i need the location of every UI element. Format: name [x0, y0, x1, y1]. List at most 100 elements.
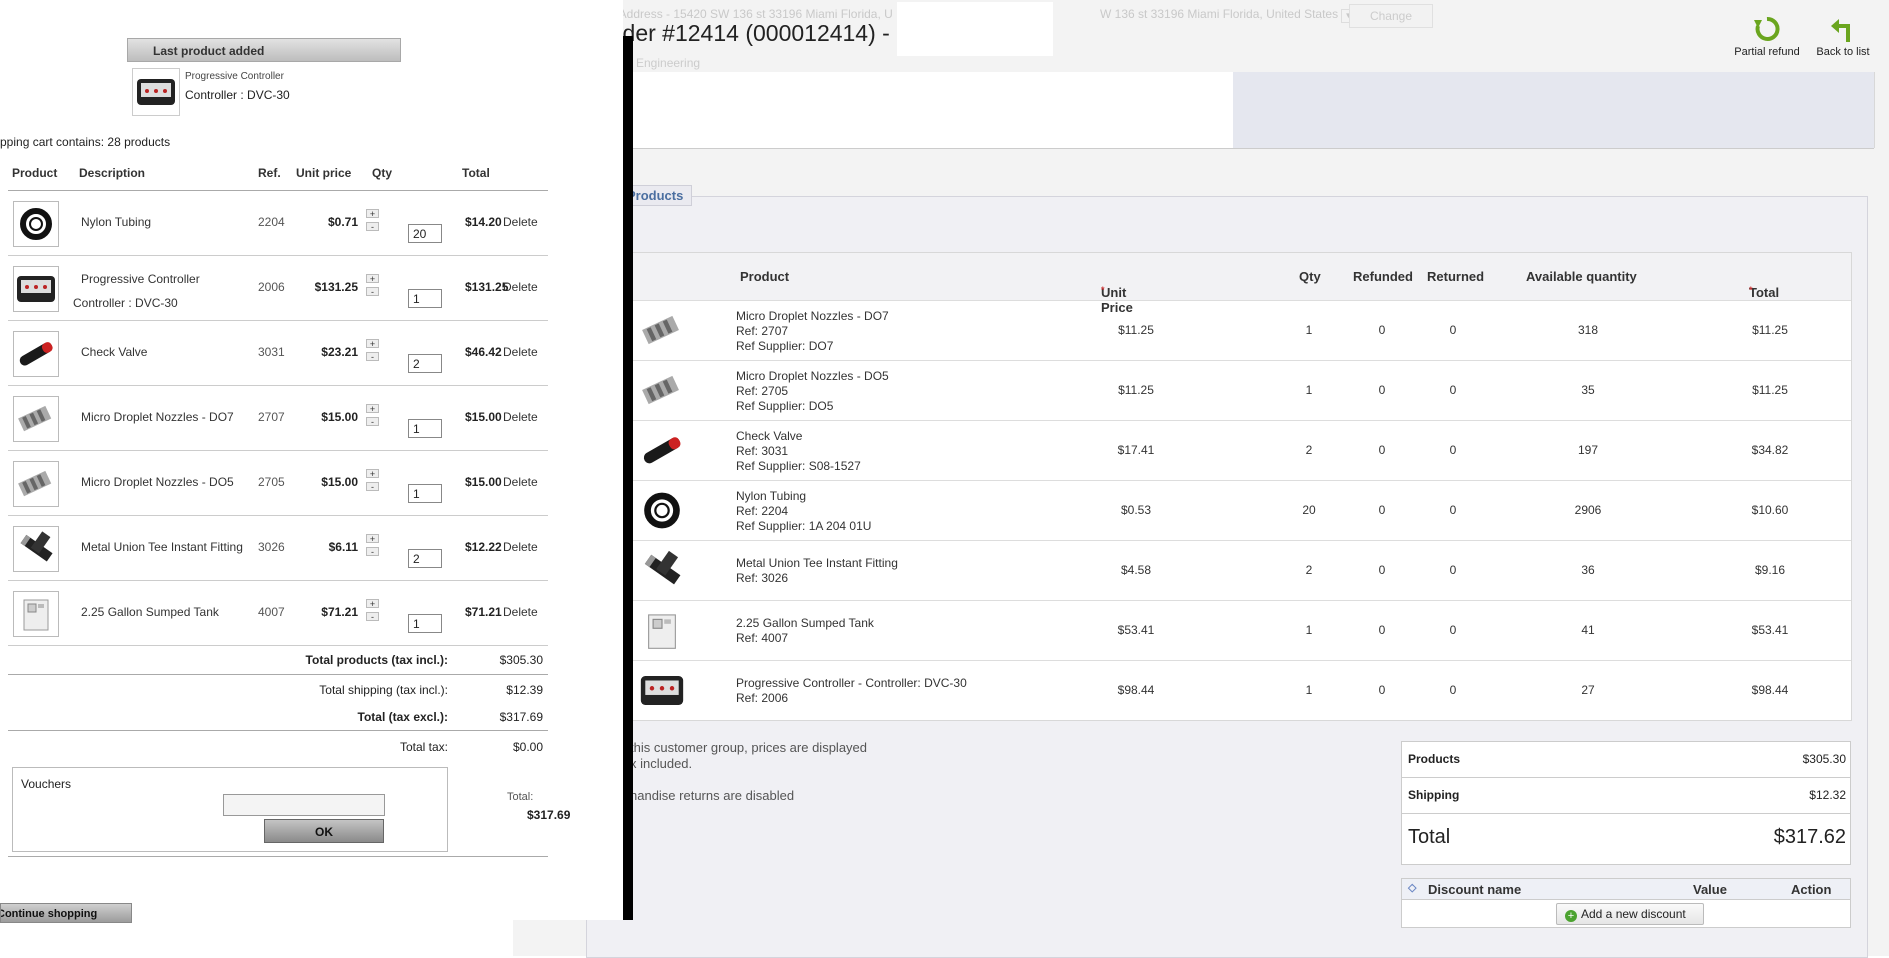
- col-refunded: Refunded: [1353, 269, 1413, 284]
- product-name[interactable]: Progressive Controller - Controller: DVC…: [736, 676, 967, 691]
- order-products-table: Product Unit Price * Qty Refunded Return…: [626, 252, 1852, 721]
- qty-increase-button[interactable]: +: [366, 599, 379, 609]
- nozzle-icon[interactable]: [13, 396, 59, 442]
- product-info: Micro Droplet Nozzles - DO7 Ref: 2707 Ref …: [736, 309, 889, 354]
- tubing-icon[interactable]: [13, 201, 59, 247]
- cart-item-description[interactable]: 2.25 Gallon Sumped Tank: [81, 605, 219, 619]
- delete-link[interactable]: Delete: [503, 410, 538, 424]
- qty-increase-button[interactable]: +: [366, 209, 379, 219]
- cart-item-ref: 4007: [258, 605, 285, 619]
- products-label: Products: [1408, 752, 1461, 766]
- voucher-code-input[interactable]: [223, 794, 385, 816]
- tee-fitting-icon[interactable]: [13, 526, 59, 572]
- table-row: Micro Droplet Nozzles - DO5 Ref: 2705 Ref …: [627, 361, 1851, 421]
- delete-link[interactable]: Delete: [503, 605, 538, 619]
- delete-link[interactable]: Delete: [503, 345, 538, 359]
- product-ref: Ref: 3031: [736, 444, 789, 458]
- last-product-thumb[interactable]: [132, 68, 180, 116]
- qty-input[interactable]: 2: [408, 549, 442, 568]
- product-ref: Ref: 4007: [736, 631, 789, 645]
- cart-row: Metal Union Tee Instant Fitting 3026 $6.11…: [8, 516, 548, 581]
- row-unit-price: $4.58: [1120, 563, 1152, 577]
- product-name[interactable]: Micro Droplet Nozzles - DO7: [736, 309, 889, 324]
- check-valve-icon: [634, 426, 690, 475]
- col-qty: Qty: [1299, 269, 1321, 284]
- totals-shipping-row: Shipping $12.32: [1402, 778, 1850, 814]
- product-name[interactable]: Metal Union Tee Instant Fitting: [736, 556, 898, 571]
- product-info: Metal Union Tee Instant Fitting Ref: 3026: [736, 556, 898, 586]
- col-product: Product: [740, 269, 790, 284]
- sum-excl-value: $317.69: [499, 710, 543, 724]
- partial-refund-button[interactable]: Partial refund: [1727, 14, 1807, 58]
- discount-name-col: Discount name: [1428, 882, 1522, 897]
- cart-col-ref: Ref.: [258, 166, 281, 180]
- qty-input[interactable]: 1: [408, 419, 442, 438]
- qty-increase-button[interactable]: +: [366, 339, 379, 349]
- cart-item-description[interactable]: Progressive Controller: [81, 272, 200, 286]
- qty-decrease-button[interactable]: -: [366, 417, 379, 427]
- qty-input[interactable]: 2: [408, 354, 442, 373]
- product-name[interactable]: Check Valve: [736, 429, 861, 444]
- product-name[interactable]: 2.25 Gallon Sumped Tank: [736, 616, 874, 631]
- tank-icon[interactable]: [13, 591, 59, 637]
- qty-increase-button[interactable]: +: [366, 534, 379, 544]
- voucher-ok-button[interactable]: OK: [264, 819, 384, 843]
- controller-icon[interactable]: [13, 266, 59, 312]
- add-icon: +: [1565, 910, 1577, 922]
- qty-decrease-button[interactable]: -: [366, 352, 379, 362]
- delete-link[interactable]: Delete: [503, 475, 538, 489]
- nozzle-icon: [634, 366, 690, 415]
- totals-total-row: Total $317.62: [1402, 814, 1850, 864]
- divider: [591, 148, 1874, 149]
- check-valve-icon[interactable]: [13, 331, 59, 377]
- cart-item-attribute: Controller : DVC-30: [73, 296, 178, 310]
- qty-decrease-button[interactable]: -: [366, 612, 379, 622]
- qty-decrease-button[interactable]: -: [366, 547, 379, 557]
- nozzle-icon[interactable]: [13, 461, 59, 507]
- qty-increase-button[interactable]: +: [366, 469, 379, 479]
- back-to-list-button[interactable]: Back to list: [1803, 14, 1883, 58]
- qty-increase-button[interactable]: +: [366, 404, 379, 414]
- totals-products-row: Products $305.30: [1402, 742, 1850, 778]
- qty-input[interactable]: 1: [408, 614, 442, 633]
- product-info: Nylon Tubing Ref: 2204 Ref Supplier: 1A 20…: [736, 489, 871, 534]
- qty-increase-button[interactable]: +: [366, 274, 379, 284]
- cart-item-unit-price: $71.21: [321, 605, 358, 619]
- partial-refund-label: Partial refund: [1734, 46, 1800, 58]
- cart-item-description[interactable]: Nylon Tubing: [81, 215, 151, 229]
- qty-decrease-button[interactable]: -: [366, 287, 379, 297]
- cart-item-description[interactable]: Micro Droplet Nozzles - DO5: [81, 475, 234, 489]
- cart-item-description[interactable]: Micro Droplet Nozzles - DO7: [81, 410, 234, 424]
- cart-item-ref: 2006: [258, 280, 285, 294]
- qty-input[interactable]: 1: [408, 484, 442, 503]
- delivery-address-select[interactable]: W 136 st 33196 Miami Florida, United Sta…: [1100, 7, 1356, 23]
- product-name[interactable]: Nylon Tubing: [736, 489, 871, 504]
- row-qty: 1: [1305, 623, 1313, 637]
- cart-item-description[interactable]: Metal Union Tee Instant Fitting: [81, 540, 243, 554]
- grand-total-value: $317.69: [527, 808, 571, 822]
- qty-decrease-button[interactable]: -: [366, 482, 379, 492]
- row-available: 35: [1581, 383, 1595, 397]
- cart-item-total: $15.00: [465, 410, 502, 424]
- cart-item-unit-price: $131.25: [314, 280, 358, 294]
- continue-shopping-button[interactable]: Continue shopping: [0, 903, 132, 923]
- tag-icon: ◇: [1408, 882, 1417, 894]
- cart-col-product: Product: [12, 166, 58, 180]
- row-total: $98.44: [1751, 683, 1789, 697]
- table-row: Micro Droplet Nozzles - DO7 Ref: 2707 Ref …: [627, 301, 1851, 361]
- delete-link[interactable]: Delete: [503, 215, 538, 229]
- cart-item-description[interactable]: Check Valve: [81, 345, 147, 359]
- add-discount-button[interactable]: + Add a new discount: [1556, 903, 1704, 925]
- delete-link[interactable]: Delete: [503, 540, 538, 554]
- cart-item-ref: 2204: [258, 215, 285, 229]
- cart-col-qty: Qty: [372, 166, 393, 180]
- cart-item-unit-price: $23.21: [321, 345, 358, 359]
- change-address-button[interactable]: Change: [1349, 4, 1433, 28]
- delete-link[interactable]: Delete: [503, 280, 538, 294]
- qty-input[interactable]: 20: [408, 224, 442, 243]
- product-name[interactable]: Micro Droplet Nozzles - DO5: [736, 369, 889, 384]
- qty-decrease-button[interactable]: -: [366, 222, 379, 232]
- table-header: Product Unit Price * Qty Refunded Return…: [627, 253, 1851, 315]
- qty-input[interactable]: 1: [408, 289, 442, 308]
- table-row: Check Valve Ref: 3031 Ref Supplier: S08-15…: [627, 421, 1851, 481]
